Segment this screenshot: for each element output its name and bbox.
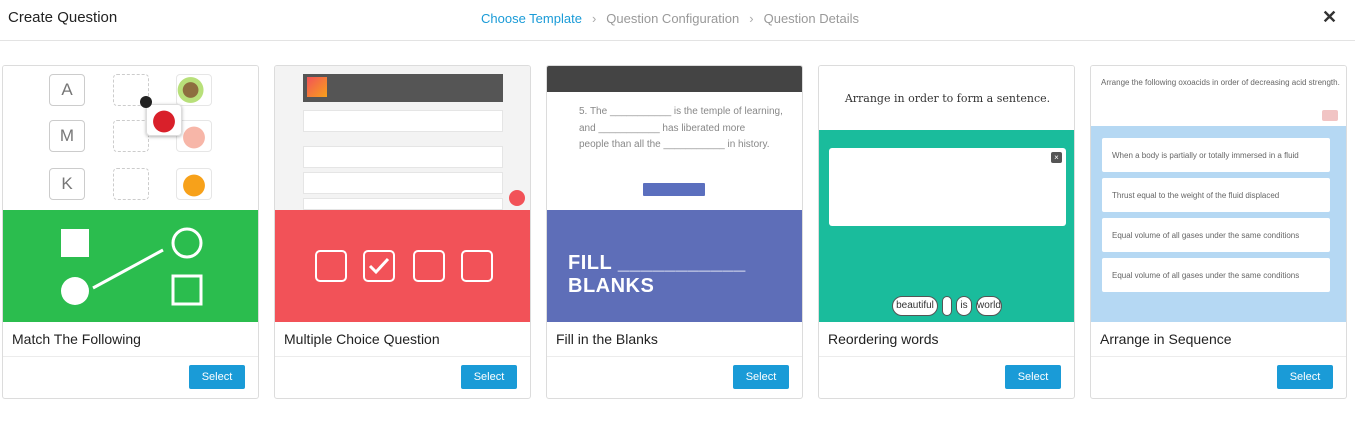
template-title: Match The Following <box>3 322 258 358</box>
select-button[interactable]: Select <box>1277 365 1333 390</box>
select-button[interactable]: Select <box>189 365 245 390</box>
dropdown-icon <box>1322 110 1338 121</box>
template-title: Fill in the Blanks <box>547 322 802 358</box>
breadcrumb: Choose Template › Question Configuration… <box>481 11 859 26</box>
reorder-illustration: × beautiful is world <box>819 130 1074 323</box>
option-row <box>303 146 503 168</box>
kiwi-image <box>176 74 212 106</box>
submit-button-preview <box>643 183 705 196</box>
match-illustration <box>3 210 258 323</box>
sequence-item: When a body is partially or totally imme… <box>1102 138 1330 172</box>
option-row <box>303 172 503 194</box>
hand-cursor-icon <box>140 96 152 108</box>
sequence-item: Thrust equal to the weight of the fluid … <box>1102 178 1330 212</box>
select-button[interactable]: Select <box>461 365 517 390</box>
select-button[interactable]: Select <box>1005 365 1061 390</box>
drop-slot <box>113 120 149 152</box>
checkbox-icon <box>461 250 493 282</box>
fill-line: 5. The ___________ is the temple of lear… <box>579 106 783 117</box>
chevron-right-icon: › <box>749 11 754 26</box>
page-title: Create Question <box>8 9 118 26</box>
checkbox-checked-icon <box>363 250 395 282</box>
question-header-bar <box>547 66 802 92</box>
letter-tile: A <box>49 74 85 106</box>
close-icon: × <box>1051 152 1062 163</box>
send-icon <box>509 190 525 206</box>
option-row <box>303 110 503 132</box>
checkbox-icon <box>315 250 347 282</box>
word-chip: world <box>976 296 1002 316</box>
template-card-fill-blanks[interactable]: 5. The ___________ is the temple of lear… <box>546 65 803 399</box>
template-title: Multiple Choice Question <box>275 322 530 358</box>
option-row <box>303 198 503 210</box>
template-thumbnail: Arrange the following oxoacids in order … <box>1091 66 1346 323</box>
sequence-illustration: When a body is partially or totally imme… <box>1091 110 1346 323</box>
template-title: Arrange in Sequence <box>1091 322 1346 358</box>
template-thumbnail: 5. The ___________ is the temple of lear… <box>547 66 802 323</box>
template-card-sequence[interactable]: Arrange the following oxoacids in order … <box>1090 65 1347 399</box>
apple-image <box>146 104 182 136</box>
template-thumbnail <box>275 66 530 323</box>
word-chip: beautiful <box>892 296 938 316</box>
chevron-right-icon: › <box>591 11 597 26</box>
fill-line: and ___________ has liberated more <box>579 123 746 134</box>
step-choose-template[interactable]: Choose Template <box>481 11 582 26</box>
drop-slot <box>113 168 149 200</box>
letter-tile: M <box>49 120 85 152</box>
sequence-item: Equal volume of all gases under the same… <box>1102 218 1330 252</box>
fill-line: people than all the ___________ in histo… <box>579 139 770 150</box>
template-list: A M K Match The Following Select Multipl… <box>2 65 1347 399</box>
template-thumbnail: A M K <box>3 66 258 323</box>
question-image <box>307 77 327 97</box>
sequence-item: Equal volume of all gases under the same… <box>1102 258 1330 292</box>
reorder-prompt: Arrange in order to form a sentence. <box>844 92 1051 105</box>
close-icon[interactable]: ✕ <box>1322 7 1337 28</box>
step-question-details: Question Details <box>763 11 859 26</box>
template-card-match[interactable]: A M K Match The Following Select <box>2 65 259 399</box>
fill-banner-text: FILL ___________ BLANKS <box>568 252 746 297</box>
word-chip-spacer <box>942 296 952 316</box>
checkbox-icon <box>413 250 445 282</box>
step-question-configuration: Question Configuration <box>606 11 740 26</box>
letter-tile: K <box>49 168 85 200</box>
word-chip: is <box>956 296 972 316</box>
template-thumbnail: Arrange in order to form a sentence. × b… <box>819 66 1074 323</box>
modal-header: Create Question Choose Template › Questi… <box>0 0 1355 41</box>
orange-image <box>176 168 212 200</box>
sequence-prompt: Arrange the following oxoacids in order … <box>1091 66 1346 126</box>
template-card-reorder[interactable]: Arrange in order to form a sentence. × b… <box>818 65 1075 399</box>
mcq-illustration <box>275 210 530 323</box>
select-button[interactable]: Select <box>733 365 789 390</box>
template-card-mcq[interactable]: Multiple Choice Question Select <box>274 65 531 399</box>
question-banner <box>303 74 503 102</box>
fill-illustration: FILL ___________ BLANKS <box>547 210 802 323</box>
template-title: Reordering words <box>819 322 1074 358</box>
answer-panel <box>829 148 1066 226</box>
